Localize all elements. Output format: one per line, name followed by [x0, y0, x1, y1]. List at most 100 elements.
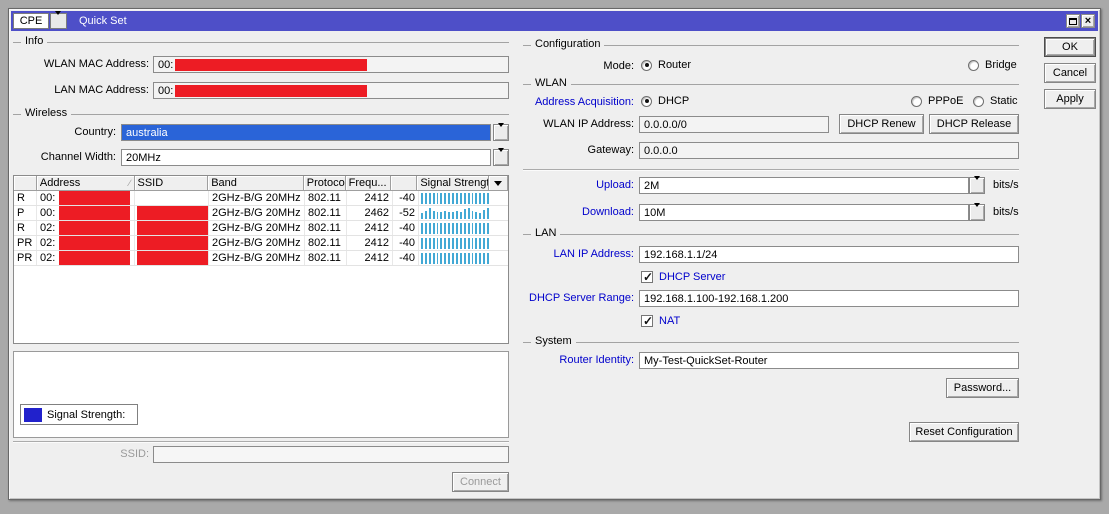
- radio-icon[interactable]: [641, 60, 652, 71]
- row-ssid: [135, 221, 209, 235]
- sort-indicator-icon: ∕: [129, 178, 131, 188]
- dhcp-server-checkbox[interactable]: DHCP Server: [641, 271, 725, 283]
- table-row[interactable]: R02:2GHz-B/G 20MHz802.112412-40: [14, 221, 508, 236]
- upload-dropdown-button[interactable]: [969, 177, 985, 194]
- radio-icon[interactable]: [911, 96, 922, 107]
- table-row[interactable]: PR02:2GHz-B/G 20MHz802.112412-40: [14, 251, 508, 266]
- col-header-band[interactable]: Band: [208, 176, 304, 191]
- acquisition-static-radio[interactable]: Static: [973, 95, 1018, 107]
- redaction: [175, 59, 367, 71]
- radio-icon[interactable]: [973, 96, 984, 107]
- channel-width-combo[interactable]: 20MHz: [121, 149, 491, 166]
- signal-bar: [444, 253, 446, 264]
- table-row[interactable]: R00:2GHz-B/G 20MHz802.112412-40: [14, 191, 508, 206]
- row-signal-bars: [419, 221, 491, 235]
- redaction: [59, 206, 130, 220]
- wlan-mac-value: 00:: [158, 59, 173, 71]
- row-address: 00:: [37, 191, 135, 205]
- app-mode-dropdown-button[interactable]: [50, 13, 67, 29]
- dhcp-release-button[interactable]: DHCP Release: [929, 114, 1019, 134]
- upload-label: Upload:: [494, 179, 634, 191]
- acquisition-static-label: Static: [990, 95, 1018, 107]
- upload-unit: bits/s: [993, 179, 1019, 191]
- channel-width-label: Channel Width:: [9, 151, 116, 163]
- signal-bar: [429, 223, 431, 234]
- acquisition-pppoe-radio[interactable]: PPPoE: [911, 95, 963, 107]
- connect-button[interactable]: Connect: [452, 472, 509, 492]
- dhcp-range-value: 192.168.1.100-192.168.1.200: [644, 293, 788, 305]
- signal-bar: [464, 253, 466, 264]
- router-identity-input[interactable]: My-Test-QuickSet-Router: [639, 352, 1019, 369]
- row-signal-dbm: -40: [393, 251, 419, 265]
- col-header-signal-num[interactable]: [391, 176, 417, 191]
- ok-button[interactable]: OK: [1044, 37, 1096, 57]
- radio-icon[interactable]: [968, 60, 979, 71]
- signal-bar: [440, 193, 442, 204]
- dhcp-renew-button[interactable]: DHCP Renew: [839, 114, 924, 134]
- signal-bar: [429, 238, 431, 249]
- acquisition-pppoe-label: PPPoE: [928, 95, 963, 107]
- signal-bar: [421, 193, 423, 204]
- radio-icon[interactable]: [641, 96, 652, 107]
- col-header-protocol[interactable]: Protocol: [304, 176, 346, 191]
- checkbox-icon[interactable]: [641, 271, 653, 283]
- col-header-frequency[interactable]: Frequ...: [346, 176, 392, 191]
- row-address: 02:: [37, 236, 135, 250]
- nat-checkbox[interactable]: NAT: [641, 315, 680, 327]
- redaction: [137, 206, 208, 220]
- cancel-button[interactable]: Cancel: [1044, 63, 1096, 83]
- password-button[interactable]: Password...: [946, 378, 1019, 398]
- signal-bar: [433, 238, 435, 249]
- col-header-signal[interactable]: Signal Strength: [417, 176, 489, 191]
- signal-bar: [421, 238, 423, 249]
- row-frequency: 2412: [347, 251, 393, 265]
- close-button[interactable]: ×: [1081, 14, 1095, 28]
- country-label: Country:: [9, 126, 116, 138]
- download-combo[interactable]: 10M: [639, 204, 969, 221]
- table-row[interactable]: PR02:2GHz-B/G 20MHz802.112412-40: [14, 236, 508, 251]
- row-frequency: 2462: [347, 206, 393, 220]
- signal-bar: [444, 223, 446, 234]
- reset-configuration-button[interactable]: Reset Configuration: [909, 422, 1019, 442]
- redaction: [59, 251, 130, 265]
- checkbox-icon[interactable]: [641, 315, 653, 327]
- row-band: 2GHz-B/G 20MHz: [209, 206, 305, 220]
- signal-bar: [460, 223, 462, 234]
- country-combo[interactable]: australia: [121, 124, 491, 141]
- dhcp-range-input[interactable]: 192.168.1.100-192.168.1.200: [639, 290, 1019, 307]
- lan-ip-input[interactable]: 192.168.1.1/24: [639, 246, 1019, 263]
- mode-router-radio[interactable]: Router: [641, 59, 691, 71]
- mode-bridge-radio[interactable]: Bridge: [968, 59, 1017, 71]
- col-header-ssid[interactable]: SSID: [135, 176, 209, 191]
- signal-bar: [425, 238, 427, 249]
- redaction: [59, 221, 130, 235]
- system-group: System: [523, 342, 1019, 343]
- app-mode-value[interactable]: CPE: [13, 13, 49, 29]
- ssid-input[interactable]: [153, 446, 509, 463]
- signal-bar: [464, 193, 466, 204]
- upload-combo[interactable]: 2M: [639, 177, 969, 194]
- acquisition-dhcp-radio[interactable]: DHCP: [641, 95, 689, 107]
- signal-bar: [487, 253, 489, 264]
- signal-bar: [472, 253, 474, 264]
- col-header-flags[interactable]: [14, 176, 37, 191]
- signal-bar: [437, 238, 439, 249]
- signal-bar: [472, 211, 474, 219]
- signal-bar: [475, 253, 477, 264]
- signal-bar: [483, 223, 485, 234]
- router-identity-label: Router Identity:: [494, 354, 634, 366]
- app-mode-combo[interactable]: CPE: [13, 13, 67, 29]
- signal-bar: [468, 238, 470, 249]
- table-row[interactable]: P00:2GHz-B/G 20MHz802.112462-52: [14, 206, 508, 221]
- maximize-button[interactable]: [1066, 14, 1080, 28]
- download-dropdown-button[interactable]: [969, 204, 985, 221]
- col-header-address[interactable]: Address ∕: [37, 176, 135, 191]
- signal-bar: [444, 193, 446, 204]
- apply-button[interactable]: Apply: [1044, 89, 1096, 109]
- row-frequency: 2412: [347, 191, 393, 205]
- info-group-label: Info: [21, 35, 47, 47]
- download-label: Download:: [494, 206, 634, 218]
- signal-bar: [448, 238, 450, 249]
- signal-bar: [452, 212, 454, 219]
- close-icon: ×: [1085, 17, 1091, 25]
